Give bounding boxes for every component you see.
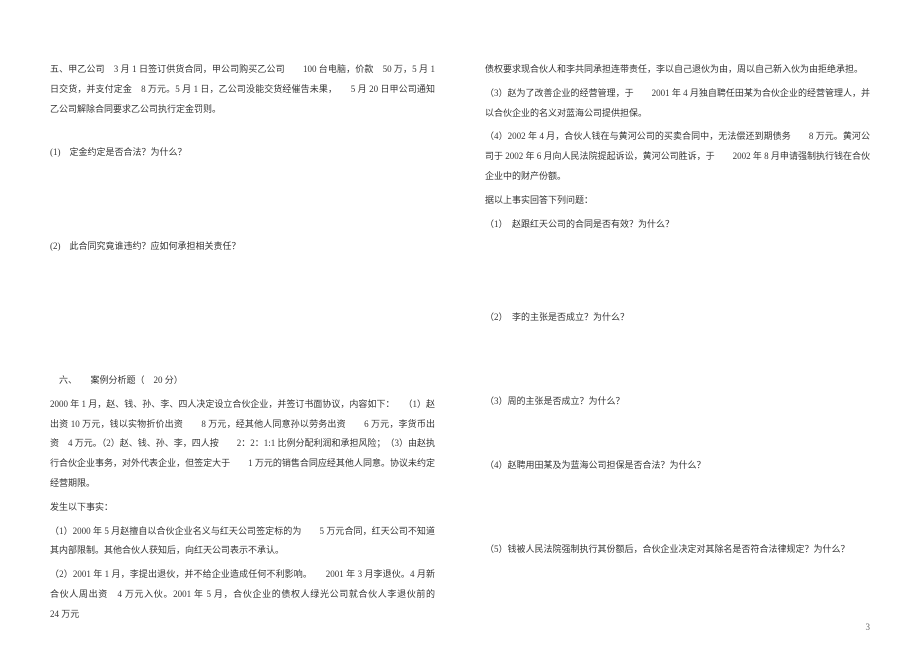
- case-question-4: （4）赵聘用田某及为蓝海公司担保是否合法？为什么？: [485, 456, 870, 476]
- questions-prompt: 据以上事实回答下列问题：: [485, 191, 870, 211]
- question-1: (1) 定金约定是否合法？为什么？: [50, 143, 435, 163]
- case-question-5: （5）钱被人民法院强制执行其份额后，合伙企业决定对其除名是否符合法律规定？为什么…: [485, 540, 870, 560]
- page-number: 3: [866, 622, 871, 632]
- events-label: 发生以下事实：: [50, 498, 435, 518]
- case-facts-intro: 2000 年 1 月，赵、钱、孙、李、四人决定设立合伙企业，并签订书面协议，内容…: [50, 395, 435, 494]
- case-question-1: （1） 赵跟红天公司的合同是否有效？为什么？: [485, 215, 870, 235]
- event-3: （3）赵为了改善企业的经营管理，于 2001 年 4 月独自聘任田某为合伙企业的…: [485, 84, 870, 124]
- event-1: （1）2000 年 5 月赵擅自以合伙企业名义与红天公司签定标的为 5 万元合同…: [50, 522, 435, 562]
- debt-claim-paragraph: 债权要求现合伙人和李共同承担连带责任，李以自己退伙为由，周以自己新入伙为由拒绝承…: [485, 60, 870, 80]
- question-2: (2) 此合同究竟谁违约？应如何承担相关责任？: [50, 237, 435, 257]
- section-six-title: 六、 案例分析题（ 20 分）: [50, 371, 435, 391]
- event-4: （4）2002 年 4 月，合伙人钱在与黄河公司的买卖合同中，无法偿还到期债务 …: [485, 127, 870, 186]
- case-question-2: （2） 李的主张是否成立？为什么？: [485, 308, 870, 328]
- right-column: 债权要求现合伙人和李共同承担连带责任，李以自己退伙为由，周以自己新入伙为由拒绝承…: [475, 60, 870, 630]
- case-question-3: （3）周的主张是否成立？为什么？: [485, 392, 870, 412]
- left-column: 五、甲乙公司 3 月 1 日签订供货合同，甲公司购买乙公司 100 台电脑，价款…: [50, 60, 445, 630]
- event-2: （2）2001 年 1 月，李提出退伙，并不给企业造成任何不利影响。 2001 …: [50, 565, 435, 624]
- paragraph-five-intro: 五、甲乙公司 3 月 1 日签订供货合同，甲公司购买乙公司 100 台电脑，价款…: [50, 60, 435, 119]
